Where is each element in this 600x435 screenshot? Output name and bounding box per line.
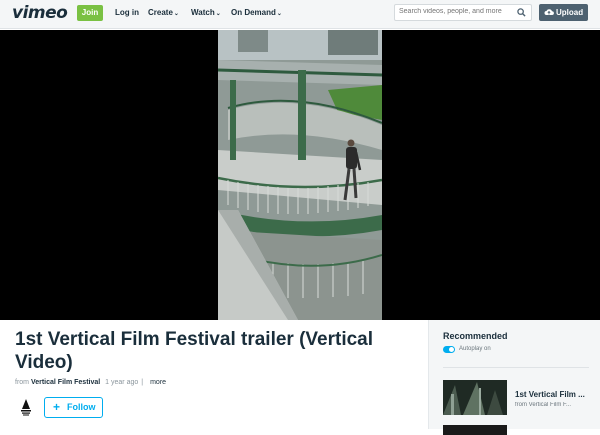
upload-button[interactable]: Upload — [539, 4, 588, 21]
watch-label: Watch — [191, 8, 215, 17]
top-navigation-bar: vimeo Join Log in Create⌄ Watch⌄ On Dema… — [0, 0, 600, 29]
watch-menu[interactable]: Watch⌄ — [191, 8, 221, 17]
chevron-down-icon: ⌄ — [276, 11, 282, 17]
create-menu[interactable]: Create⌄ — [148, 8, 179, 17]
vimeo-logo[interactable]: vimeo — [12, 3, 68, 23]
recommended-item-owner[interactable]: from Vertical Film F... — [515, 402, 595, 408]
recommended-heading: Recommended — [443, 331, 508, 341]
divider — [443, 367, 589, 368]
video-age: 1 year ago — [105, 379, 139, 386]
video-player[interactable] — [0, 30, 600, 320]
chevron-down-icon: ⌄ — [173, 11, 179, 17]
video-frame[interactable] — [218, 30, 382, 320]
search-input[interactable] — [399, 8, 511, 15]
recommended-thumbnail[interactable] — [443, 380, 507, 415]
login-link[interactable]: Log in — [115, 8, 139, 17]
autoplay-label: Autoplay on — [459, 346, 491, 352]
follow-button[interactable]: + Follow — [44, 397, 103, 418]
recommended-item-title[interactable]: 1st Vertical Film ... — [515, 390, 595, 399]
recommended-thumbnail[interactable] — [443, 425, 507, 435]
from-label: from — [15, 379, 29, 386]
more-link[interactable]: more — [150, 379, 166, 386]
on-demand-label: On Demand — [231, 8, 276, 17]
login-label: Log in — [115, 8, 139, 17]
search-box — [394, 4, 532, 21]
video-info-panel: 1st Vertical Film Festival trailer (Vert… — [0, 320, 428, 429]
autoplay-toggle[interactable] — [443, 346, 455, 353]
video-meta: from Vertical Film Festival 1 year ago | m… — [15, 379, 166, 386]
video-still-image — [218, 30, 382, 320]
search-icon[interactable] — [517, 8, 526, 17]
video-title: 1st Vertical Film Festival trailer (Vert… — [15, 329, 374, 373]
thumbnail-image — [443, 380, 507, 415]
upload-label: Upload — [556, 8, 584, 17]
owner-link[interactable]: Vertical Film Festival — [31, 379, 100, 386]
owner-avatar[interactable] — [16, 397, 36, 417]
create-label: Create — [148, 8, 173, 17]
chevron-down-icon: ⌄ — [215, 11, 221, 17]
join-button[interactable]: Join — [77, 5, 103, 21]
on-demand-menu[interactable]: On Demand⌄ — [231, 8, 282, 17]
recommended-panel: Recommended Autoplay on 1st Vertical Fil… — [428, 320, 600, 435]
follow-label: Follow — [67, 402, 96, 412]
meta-separator: | — [141, 379, 144, 386]
cloud-upload-icon — [544, 9, 554, 15]
plus-icon: + — [53, 400, 61, 414]
